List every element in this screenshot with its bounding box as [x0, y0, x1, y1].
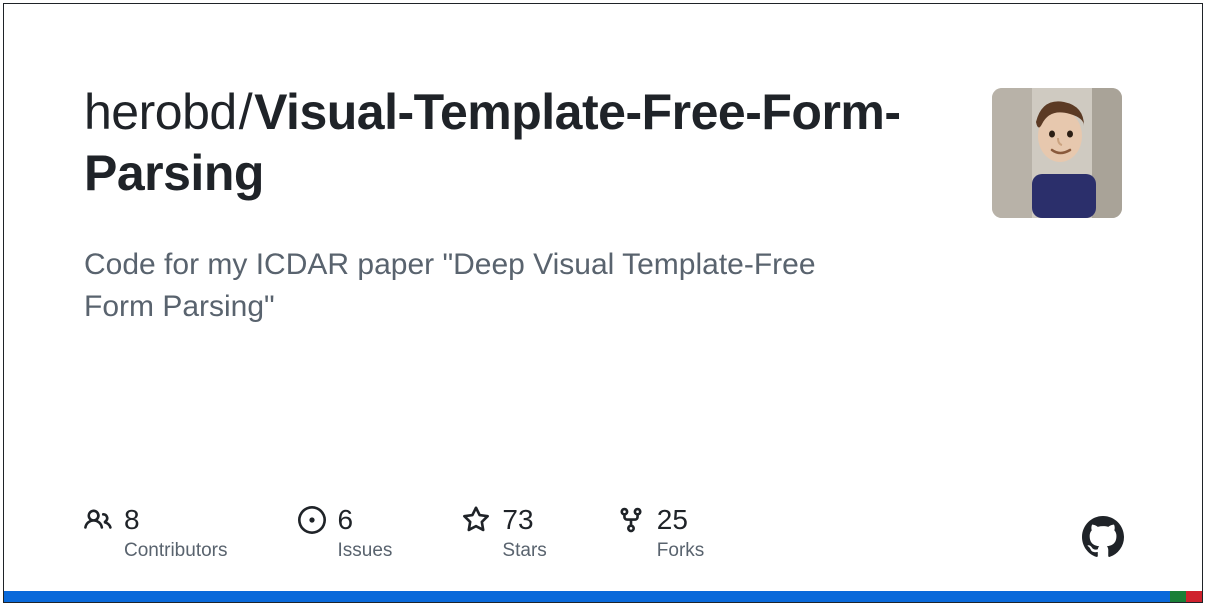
stat-issues[interactable]: 6 Issues	[298, 504, 393, 562]
stat-contributors-label: Contributors	[124, 540, 228, 562]
stat-forks-count: 25	[657, 504, 688, 536]
people-icon	[84, 506, 112, 534]
stats-row: 8 Contributors 6 Issues 73 Stars	[84, 504, 704, 562]
stat-issues-count: 6	[338, 504, 354, 536]
language-bar-tail	[1170, 591, 1202, 602]
github-logo-icon[interactable]	[1082, 516, 1124, 558]
avatar[interactable]	[992, 88, 1122, 218]
stat-issues-label: Issues	[338, 540, 393, 562]
repo-social-card: herobd/Visual-Template-Free-Form-Parsing…	[3, 3, 1203, 603]
content-area: herobd/Visual-Template-Free-Form-Parsing…	[84, 82, 1122, 328]
language-bar	[4, 591, 1202, 602]
repo-owner[interactable]: herobd	[84, 84, 237, 140]
star-icon	[462, 506, 490, 534]
stat-contributors-count: 8	[124, 504, 140, 536]
title-row: herobd/Visual-Template-Free-Form-Parsing	[84, 82, 1122, 218]
stat-stars[interactable]: 73 Stars	[462, 504, 546, 562]
stat-stars-count: 73	[502, 504, 533, 536]
repo-description: Code for my ICDAR paper "Deep Visual Tem…	[84, 244, 844, 328]
issue-icon	[298, 506, 326, 534]
fork-icon	[617, 506, 645, 534]
stat-contributors[interactable]: 8 Contributors	[84, 504, 228, 562]
stat-forks[interactable]: 25 Forks	[617, 504, 705, 562]
repo-title[interactable]: herobd/Visual-Template-Free-Form-Parsing	[84, 82, 968, 204]
stat-forks-label: Forks	[657, 540, 705, 562]
stat-stars-label: Stars	[502, 540, 546, 562]
slash-separator: /	[237, 84, 254, 140]
